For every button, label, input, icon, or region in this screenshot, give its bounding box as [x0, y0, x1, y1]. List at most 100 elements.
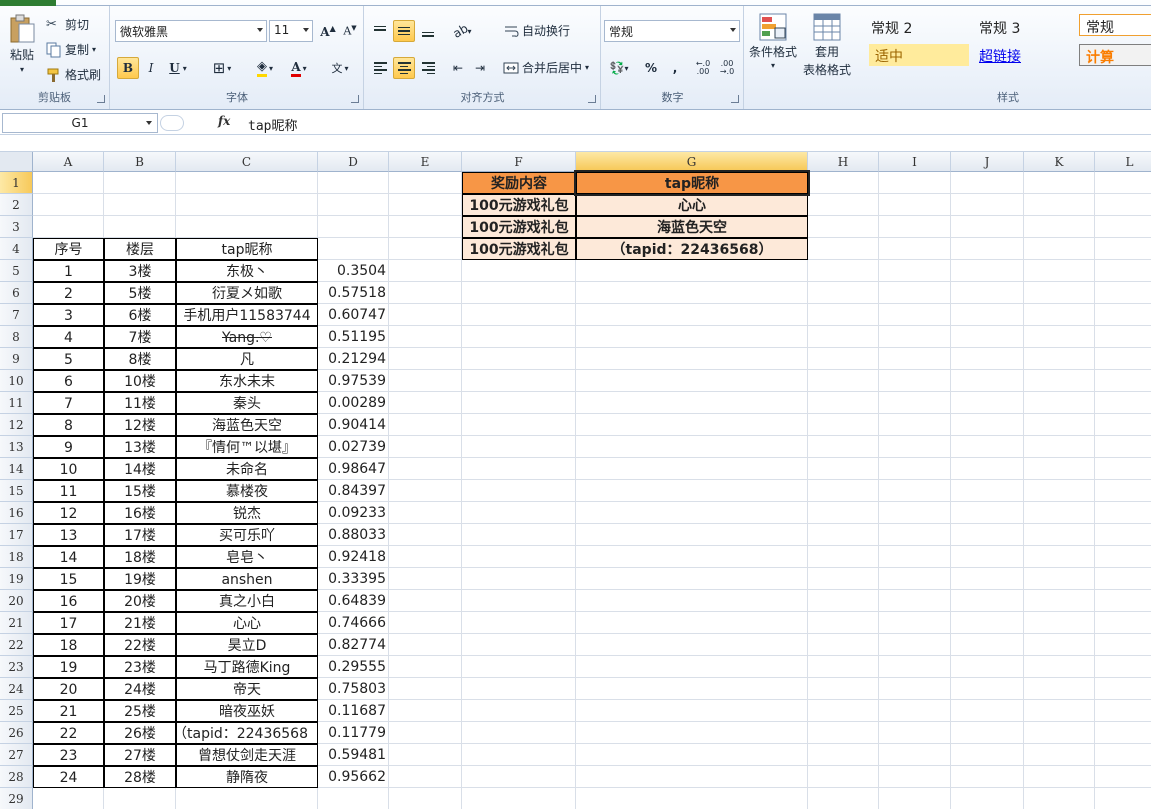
- column-header-e[interactable]: E: [389, 152, 462, 172]
- shrink-font-button[interactable]: A▼: [339, 20, 361, 42]
- reward-header-nickname[interactable]: tap昵称: [574, 170, 810, 196]
- style-hyperlink[interactable]: 超链接: [973, 44, 1073, 66]
- font-size-select[interactable]: 11: [269, 20, 313, 42]
- decrease-decimal-button[interactable]: .00 →.0: [716, 57, 738, 79]
- column-header-k[interactable]: K: [1024, 152, 1095, 172]
- table-cell-random-value[interactable]: 0.75803: [318, 678, 389, 700]
- row-header-7[interactable]: 7: [0, 304, 33, 326]
- row-header-1[interactable]: 1: [0, 172, 33, 194]
- table-cell-floor[interactable]: 21楼: [104, 612, 176, 634]
- table-cell-random-value[interactable]: 0.64839: [318, 590, 389, 612]
- table-cell-random-value[interactable]: 0.21294: [318, 348, 389, 370]
- fill-color-button[interactable]: ◈ ▾: [249, 57, 281, 79]
- table-cell-floor[interactable]: 24楼: [104, 678, 176, 700]
- column-header-l[interactable]: L: [1095, 152, 1151, 172]
- row-header-24[interactable]: 24: [0, 678, 33, 700]
- table-cell-index[interactable]: 8: [33, 414, 104, 436]
- increase-decimal-button[interactable]: ←.0.00: [692, 57, 714, 79]
- style-normal-3[interactable]: 常规 3: [973, 16, 1073, 38]
- table-cell-nickname[interactable]: 曾想仗剑走天涯: [176, 744, 318, 766]
- table-cell-nickname[interactable]: anshen: [176, 568, 318, 590]
- name-box-dropdown-icon[interactable]: [146, 121, 152, 125]
- table-cell-nickname[interactable]: 凡: [176, 348, 318, 370]
- table-cell-floor[interactable]: 15楼: [104, 480, 176, 502]
- row-header-11[interactable]: 11: [0, 392, 33, 414]
- table-cell-nickname[interactable]: 心心: [176, 612, 318, 634]
- row-header-4[interactable]: 4: [0, 238, 33, 260]
- column-header-b[interactable]: B: [104, 152, 176, 172]
- number-format-select[interactable]: 常规: [604, 20, 740, 42]
- table-cell-nickname[interactable]: 手机用户11583744: [176, 304, 318, 326]
- insert-function-icon[interactable]: fx: [218, 114, 230, 128]
- table-cell-nickname[interactable]: 衍夏メ如歌: [176, 282, 318, 304]
- table-cell-floor[interactable]: 14楼: [104, 458, 176, 480]
- column-header-f[interactable]: F: [462, 152, 576, 172]
- format-painter-button[interactable]: 格式刷: [46, 66, 101, 83]
- spreadsheet-grid[interactable]: ABCDEFGHIJKL 1 2 3 4 5 6 7 8 9 10 11 12 13 14 15 16 17 18…: [0, 152, 1151, 809]
- table-cell-index[interactable]: 12: [33, 502, 104, 524]
- table-cell-random-value[interactable]: 0.74666: [318, 612, 389, 634]
- table-cell-floor[interactable]: 3楼: [104, 260, 176, 282]
- copy-button[interactable]: 复制 ▾: [46, 41, 96, 58]
- column-header-j[interactable]: J: [951, 152, 1024, 172]
- bold-button[interactable]: B: [117, 57, 139, 79]
- row-header-12[interactable]: 12: [0, 414, 33, 436]
- comma-button[interactable]: ,: [664, 57, 686, 79]
- table-cell-floor[interactable]: 25楼: [104, 700, 176, 722]
- top-align-button[interactable]: [369, 20, 391, 42]
- row-header-25[interactable]: 25: [0, 700, 33, 722]
- alignment-launcher[interactable]: [588, 95, 596, 103]
- column-header-h[interactable]: H: [808, 152, 879, 172]
- name-box[interactable]: G1: [2, 113, 158, 133]
- row-header-16[interactable]: 16: [0, 502, 33, 524]
- table-cell-nickname[interactable]: 东极丶: [176, 260, 318, 282]
- table-cell-index[interactable]: 6: [33, 370, 104, 392]
- table-cell-nickname[interactable]: 海蓝色天空: [176, 414, 318, 436]
- table-cell-nickname[interactable]: 锐杰: [176, 502, 318, 524]
- style-neutral[interactable]: 适中: [869, 44, 969, 66]
- table-cell-nickname[interactable]: 慕楼夜: [176, 480, 318, 502]
- table-cell-floor[interactable]: 20楼: [104, 590, 176, 612]
- table-cell-index[interactable]: 9: [33, 436, 104, 458]
- table-cell-index[interactable]: 1: [33, 260, 104, 282]
- table-cell-floor[interactable]: 12楼: [104, 414, 176, 436]
- table-cell-nickname[interactable]: 皂皂丶: [176, 546, 318, 568]
- table-cell-random-value[interactable]: 0.29555: [318, 656, 389, 678]
- reward-cell-nickname[interactable]: 海蓝色天空: [576, 216, 808, 238]
- table-cell-index[interactable]: 16: [33, 590, 104, 612]
- middle-align-button[interactable]: [393, 20, 415, 42]
- table-cell-index[interactable]: 17: [33, 612, 104, 634]
- reward-cell-content[interactable]: 100元游戏礼包: [462, 216, 576, 238]
- table-cell-floor[interactable]: 26楼: [104, 722, 176, 744]
- row-header-26[interactable]: 26: [0, 722, 33, 744]
- font-color-button[interactable]: A ▾: [283, 57, 315, 79]
- table-cell-random-value[interactable]: 0.82774: [318, 634, 389, 656]
- currency-button[interactable]: 💱 ▾: [604, 57, 634, 79]
- table-cell-floor[interactable]: 23楼: [104, 656, 176, 678]
- column-header-a[interactable]: A: [33, 152, 104, 172]
- table-cell-index[interactable]: 23: [33, 744, 104, 766]
- table-cell-random-value[interactable]: 0.09233: [318, 502, 389, 524]
- reward-cell-nickname[interactable]: （tapid：22436568）: [576, 238, 808, 260]
- select-all-corner[interactable]: [0, 152, 33, 172]
- merge-center-button[interactable]: 合并后居中 ▾: [503, 59, 589, 76]
- table-cell-floor[interactable]: 16楼: [104, 502, 176, 524]
- table-cell-nickname[interactable]: 静隋夜: [176, 766, 318, 788]
- table-cell-index[interactable]: 21: [33, 700, 104, 722]
- table-cell-index[interactable]: 4: [33, 326, 104, 348]
- italic-button[interactable]: I: [140, 57, 162, 79]
- formula-bar-divider[interactable]: [160, 115, 184, 131]
- align-center-button[interactable]: [393, 57, 415, 79]
- row-header-9[interactable]: 9: [0, 348, 33, 370]
- table-cell-random-value[interactable]: 0.59481: [318, 744, 389, 766]
- table-cell-random-value[interactable]: 0.51195: [318, 326, 389, 348]
- table-header-cell[interactable]: tap昵称: [176, 238, 318, 260]
- row-header-5[interactable]: 5: [0, 260, 33, 282]
- table-cell-floor[interactable]: 8楼: [104, 348, 176, 370]
- table-cell-random-value[interactable]: 0.3504: [318, 260, 389, 282]
- table-cell-nickname[interactable]: Yang.♡: [176, 326, 318, 348]
- font-launcher[interactable]: [351, 95, 359, 103]
- table-cell-nickname[interactable]: （tapid：22436568: [176, 722, 318, 744]
- table-cell-nickname[interactable]: 『情何™以堪』: [176, 436, 318, 458]
- table-cell-random-value[interactable]: 0.11779: [318, 722, 389, 744]
